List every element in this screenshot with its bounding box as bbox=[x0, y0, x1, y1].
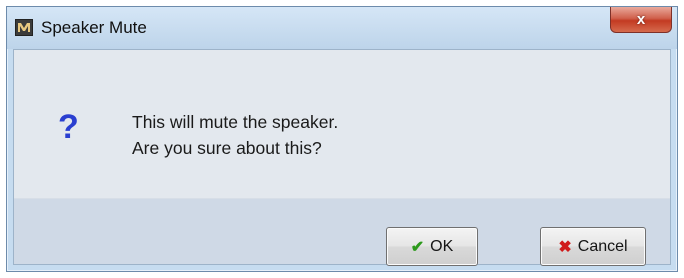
dialog-window: Speaker Mute x ? This will mute the spea… bbox=[6, 6, 678, 272]
message-area: ? This will mute the speaker. Are you su… bbox=[14, 50, 670, 198]
app-logo-icon bbox=[15, 19, 33, 36]
question-icon: ? bbox=[58, 108, 79, 146]
cancel-button[interactable]: ✖ Cancel bbox=[540, 227, 646, 266]
title-bar[interactable]: Speaker Mute x bbox=[7, 7, 677, 49]
ok-button[interactable]: ✔ OK bbox=[386, 227, 478, 266]
message-text: This will mute the speaker. Are you sure… bbox=[132, 109, 338, 161]
cross-icon: ✖ bbox=[558, 238, 572, 256]
close-icon: x bbox=[636, 11, 646, 28]
window-title: Speaker Mute bbox=[41, 18, 147, 37]
dialog-content: ? This will mute the speaker. Are you su… bbox=[13, 49, 671, 266]
checkmark-icon: ✔ bbox=[410, 238, 425, 256]
message-line-2: Are you sure about this? bbox=[132, 138, 322, 158]
close-button[interactable]: x bbox=[610, 7, 672, 33]
message-line-1: This will mute the speaker. bbox=[132, 112, 339, 132]
cancel-button-label: Cancel bbox=[577, 237, 628, 255]
button-bar: ✔ OK ✖ Cancel bbox=[14, 198, 670, 266]
ok-button-label: OK bbox=[430, 237, 454, 255]
